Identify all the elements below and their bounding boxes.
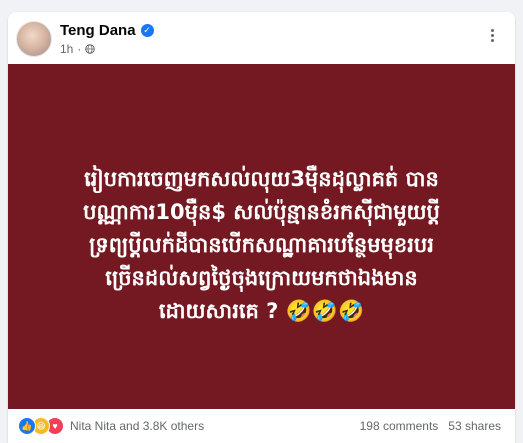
engagement-counts: 198 comments 53 shares — [360, 419, 515, 433]
verified-icon: ✓ — [140, 24, 154, 37]
separator-dot: · — [77, 42, 82, 56]
post-header: Teng Dana ✓ 1h · — [8, 12, 515, 64]
reactions-summary[interactable]: 👍 😆 ♥ Nita Nita and 3.8K others — [8, 417, 204, 435]
globe-icon — [85, 44, 96, 54]
comments-count[interactable]: 198 comments — [360, 419, 439, 433]
avatar[interactable] — [16, 21, 52, 57]
post-text: រៀបការចេញមកសល់លុយ3ម៉ឺនដុល្លាគត់ បាន បណ្ណ… — [83, 167, 440, 323]
post-time[interactable]: 1h — [60, 42, 73, 56]
engagement-bar: 👍 😆 ♥ Nita Nita and 3.8K others 198 comm… — [8, 409, 515, 443]
shares-count[interactable]: 53 shares — [448, 419, 501, 433]
author-row: Teng Dana ✓ — [60, 22, 154, 39]
more-options-button[interactable] — [481, 24, 503, 46]
post-card: Teng Dana ✓ 1h · រៀបការចេញមកសល់លុយ3ម៉ឺនដ… — [8, 12, 515, 443]
author-name[interactable]: Teng Dana — [60, 22, 136, 39]
post-meta: 1h · — [60, 42, 96, 56]
reactions-text[interactable]: Nita Nita and 3.8K others — [70, 419, 204, 433]
like-reaction-icon: 👍 — [18, 417, 36, 435]
